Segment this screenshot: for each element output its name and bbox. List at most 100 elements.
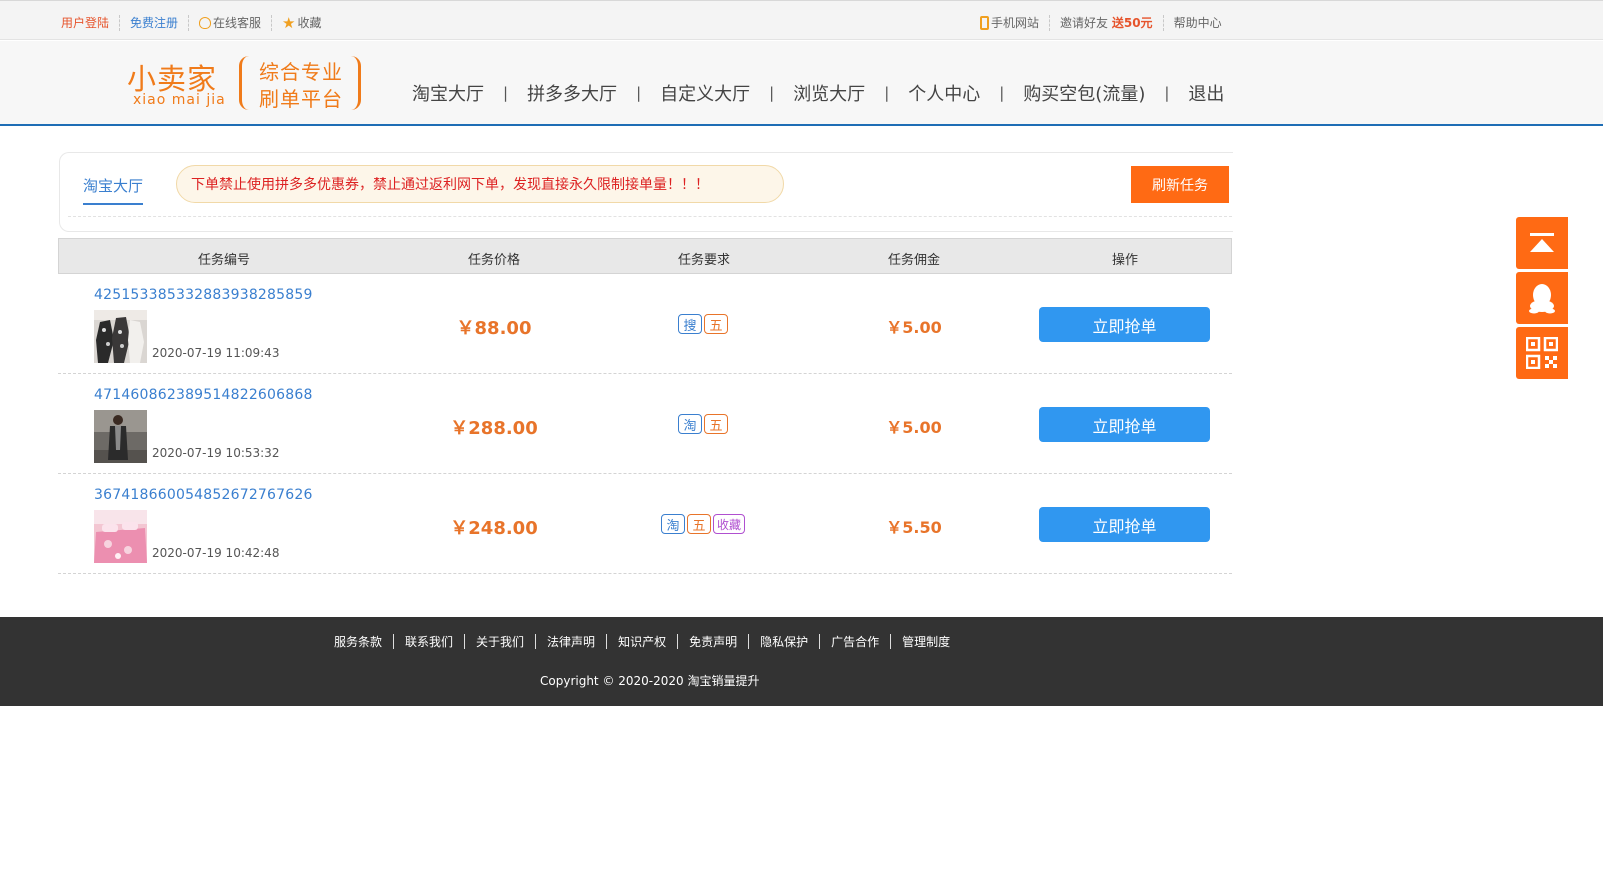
footer-link-about[interactable]: 关于我们 [476, 633, 524, 650]
task-id-link[interactable]: 367418660054852672767626 [94, 487, 313, 503]
col-task-id: 任务编号 [197, 253, 251, 268]
task-requirements: 淘 五 [678, 414, 728, 434]
online-service-label: 在线客服 [213, 16, 262, 30]
copyright: Copyright © 2020-2020 淘宝销量提升 [540, 674, 760, 688]
task-commission: ￥5.50 [886, 518, 942, 537]
table-row: 425153385332883938285859 2020-07-19 11:0… [58, 274, 1232, 374]
favorite-link[interactable]: ★ 收藏 [282, 14, 321, 31]
tag-five: 五 [686, 514, 711, 534]
task-time: 2020-07-19 10:42:48 [152, 546, 280, 560]
nav-buy-empty-package[interactable]: 购买空包(流量) [1023, 80, 1145, 106]
task-requirements: 淘 五 收藏 [660, 514, 746, 534]
qq-service-button[interactable] [1516, 272, 1568, 324]
qr-code-icon [1526, 337, 1558, 369]
divider [119, 14, 121, 31]
nav-separator: | [503, 84, 509, 102]
task-time: 2020-07-19 11:09:43 [152, 346, 280, 360]
login-link[interactable]: 用户登陆 [61, 14, 109, 31]
favorite-label: 收藏 [297, 16, 322, 30]
task-id-link[interactable]: 425153385332883938285859 [94, 287, 313, 303]
nav-separator: | [999, 84, 1005, 102]
task-id-link[interactable]: 471460862389514822606868 [94, 387, 313, 403]
footer-link-rules[interactable]: 管理制度 [902, 633, 950, 650]
footer-link-terms[interactable]: 服务条款 [334, 633, 382, 650]
footer-link-legal[interactable]: 法律声明 [547, 633, 595, 650]
qq-icon [1529, 284, 1555, 314]
nav-separator: | [1164, 84, 1170, 102]
divider [890, 634, 892, 649]
divider [1162, 14, 1164, 31]
nav-logout[interactable]: 退出 [1188, 80, 1224, 106]
nav-separator: | [636, 84, 642, 102]
top-utility-bar: 用户登陆 免费注册 在线客服 ★ 收藏 手机网站 邀请好友 送50元 帮助中心 [0, 0, 1603, 40]
grab-order-button[interactable]: 立即抢单 [1039, 307, 1210, 342]
product-thumbnail[interactable] [94, 310, 147, 363]
qr-code-button[interactable] [1516, 327, 1568, 379]
grab-order-button[interactable]: 立即抢单 [1039, 407, 1210, 442]
product-thumbnail[interactable] [94, 510, 147, 563]
footer-links: 服务条款 联系我们 关于我们 法律声明 知识产权 免责声明 隐私保护 广告合作 … [334, 633, 950, 650]
online-service-link[interactable]: 在线客服 [199, 14, 261, 31]
product-thumbnail[interactable] [94, 410, 147, 463]
nav-custom-hall[interactable]: 自定义大厅 [660, 80, 750, 106]
star-icon: ★ [282, 13, 296, 32]
nav-pinduoduo-hall[interactable]: 拼多多大厅 [527, 80, 617, 106]
invite-friends-link[interactable]: 邀请好友 送50元 [1060, 14, 1153, 31]
nav-personal-center[interactable]: 个人中心 [908, 80, 980, 106]
task-commission: ￥5.00 [886, 318, 942, 337]
main-nav: 淘宝大厅 | 拼多多大厅 | 自定义大厅 | 浏览大厅 | 个人中心 | 购买空… [412, 80, 1224, 106]
register-link[interactable]: 免费注册 [130, 14, 178, 31]
footer-link-privacy[interactable]: 隐私保护 [760, 633, 808, 650]
tag-taobao: 淘 [660, 514, 685, 534]
tag-favorite: 收藏 [712, 514, 746, 534]
tag-five: 五 [704, 314, 728, 334]
task-table-header: 任务编号 任务价格 任务要求 任务佣金 操作 [58, 238, 1232, 274]
col-task-price: 任务价格 [467, 253, 521, 268]
logo-pinyin: xiao mai jia [133, 92, 226, 108]
refresh-tasks-button[interactable]: 刷新任务 [1131, 166, 1229, 203]
tag-taobao: 淘 [678, 414, 702, 434]
table-row: 471460862389514822606868 2020-07-19 10:5… [58, 374, 1232, 474]
task-time: 2020-07-19 10:53:32 [152, 446, 280, 460]
table-row: 367418660054852672767626 2020-07-19 10:4… [58, 474, 1232, 574]
back-to-top-button[interactable] [1516, 217, 1568, 269]
nav-taobao-hall[interactable]: 淘宝大厅 [412, 80, 484, 106]
mobile-site-link[interactable]: 手机网站 [980, 14, 1039, 31]
site-logo[interactable]: 小卖家 xiao mai jia 综合专业 刷单平台 [127, 56, 367, 116]
topbar-left: 用户登陆 免费注册 在线客服 ★ 收藏 [61, 14, 322, 31]
site-footer: 服务条款 联系我们 关于我们 法律声明 知识产权 免责声明 隐私保护 广告合作 … [0, 617, 1603, 706]
footer-link-ads[interactable]: 广告合作 [831, 633, 879, 650]
task-panel-header: 淘宝大厅 下单禁止使用拼多多优惠券，禁止通过返利网下单，发现直接永久限制接单量！… [59, 152, 1233, 232]
tab-taobao-hall[interactable]: 淘宝大厅 [83, 175, 144, 205]
divider [748, 634, 750, 649]
task-price: ￥88.00 [456, 318, 532, 339]
tag-search: 搜 [678, 314, 702, 334]
back-to-top-icon [1530, 233, 1554, 252]
divider [1049, 14, 1051, 31]
task-price: ￥288.00 [450, 418, 538, 439]
tag-five: 五 [704, 414, 728, 434]
invite-bonus: 送50元 [1111, 16, 1153, 30]
nav-browse-hall[interactable]: 浏览大厅 [793, 80, 865, 106]
col-task-requirements: 任务要求 [677, 253, 731, 268]
divider [819, 634, 821, 649]
chat-bubble-icon [199, 16, 212, 29]
footer-link-disclaimer[interactable]: 免责声明 [689, 633, 737, 650]
divider [606, 634, 608, 649]
grab-order-button[interactable]: 立即抢单 [1039, 507, 1210, 542]
footer-link-ip[interactable]: 知识产权 [618, 633, 666, 650]
col-task-commission: 任务佣金 [887, 253, 941, 268]
site-header: 小卖家 xiao mai jia 综合专业 刷单平台 淘宝大厅 | 拼多多大厅 … [0, 41, 1603, 126]
nav-separator: | [884, 84, 890, 102]
divider [464, 634, 466, 649]
divider [68, 216, 1232, 217]
divider [188, 14, 190, 31]
col-actions: 操作 [1111, 253, 1139, 268]
task-price: ￥248.00 [450, 518, 538, 539]
warning-notice: 下单禁止使用拼多多优惠券，禁止通过返利网下单，发现直接永久限制接单量！！！ [176, 165, 784, 203]
help-center-link[interactable]: 帮助中心 [1174, 14, 1222, 31]
topbar-right: 手机网站 邀请好友 送50元 帮助中心 [980, 14, 1222, 31]
footer-link-contact[interactable]: 联系我们 [405, 633, 453, 650]
nav-separator: | [769, 84, 775, 102]
logo-slogan-1: 综合专业 [259, 60, 343, 84]
